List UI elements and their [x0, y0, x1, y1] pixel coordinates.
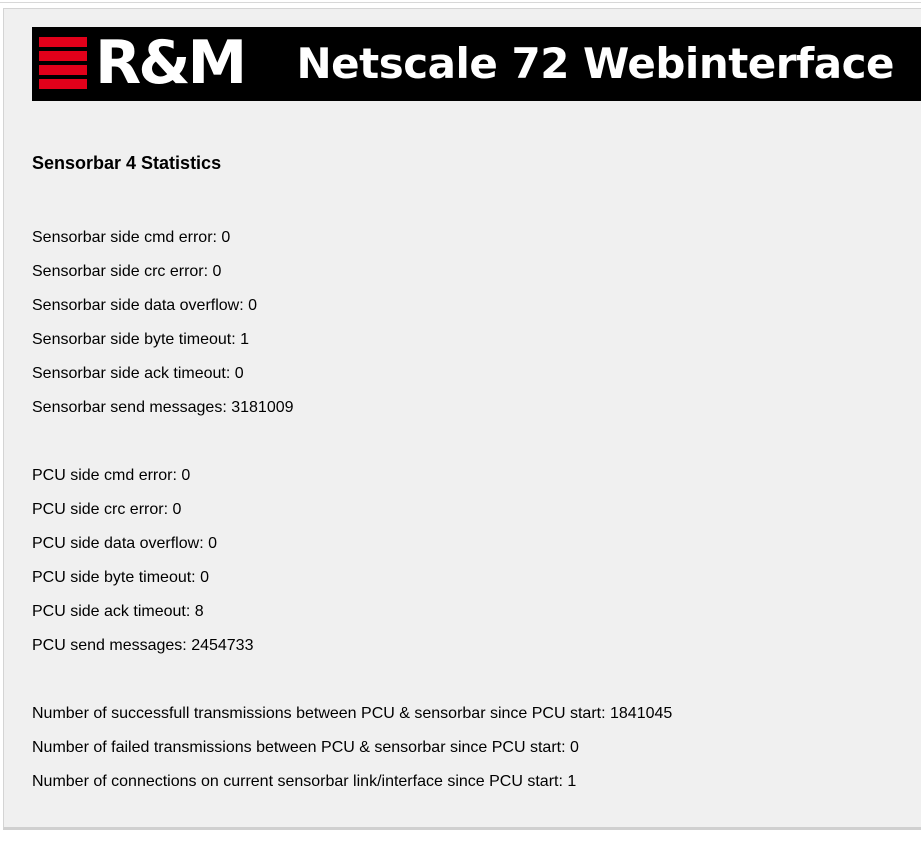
top-divider: [0, 2, 921, 3]
stat-value: 0: [200, 569, 209, 586]
stat-row-sensorbar-ack-timeout: Sensorbar side ack timeout: 0: [32, 365, 244, 383]
stat-value: 0: [570, 739, 579, 756]
stat-label: PCU side cmd error:: [32, 467, 177, 484]
stat-label: Sensorbar side byte timeout:: [32, 331, 236, 348]
stat-value: 0: [172, 501, 182, 518]
stat-row-successful-transmissions: Number of successfull transmissions betw…: [32, 705, 672, 723]
stat-value: 0: [248, 297, 258, 314]
stat-row-sensorbar-send-messages: Sensorbar send messages: 3181009: [32, 399, 294, 417]
rm-logo-text: R&M: [95, 28, 247, 98]
stat-value: 0: [221, 229, 231, 246]
stat-row-pcu-data-overflow: PCU side data overflow: 0: [32, 535, 217, 553]
stat-label: Sensorbar send messages:: [32, 399, 227, 416]
stat-label: PCU side byte timeout:: [32, 569, 196, 586]
stat-row-pcu-crc-error: PCU side crc error: 0: [32, 501, 181, 519]
stat-row-pcu-cmd-error: PCU side cmd error: 0: [32, 467, 190, 485]
stat-value: 0: [181, 467, 191, 484]
rm-logo-bars-icon: [39, 37, 87, 91]
stat-value: 0: [212, 263, 222, 280]
stat-row-pcu-byte-timeout: PCU side byte timeout: 0: [32, 569, 209, 587]
stat-label: PCU send messages:: [32, 637, 187, 654]
stat-label: Sensorbar side data overflow:: [32, 297, 244, 314]
stat-value: 0: [208, 535, 217, 552]
app-title: Netscale 72 Webinterface: [296, 39, 895, 88]
stat-label: Number of connections on current sensorb…: [32, 773, 563, 790]
stat-row-sensorbar-byte-timeout: Sensorbar side byte timeout: 1: [32, 331, 249, 349]
stat-value: 8: [194, 603, 204, 620]
stat-row-connections: Number of connections on current sensorb…: [32, 773, 576, 791]
stat-row-pcu-send-messages: PCU send messages: 2454733: [32, 637, 253, 655]
stat-row-pcu-ack-timeout: PCU side ack timeout: 8: [32, 603, 204, 621]
stat-label: Sensorbar side ack timeout:: [32, 365, 231, 382]
stat-label: PCU side crc error:: [32, 501, 169, 518]
page-title: Sensorbar 4 Statistics: [32, 153, 222, 173]
stat-value: 1841045: [610, 705, 673, 722]
stat-label: Sensorbar side crc error:: [32, 263, 209, 280]
stat-label: PCU side data overflow:: [32, 535, 204, 552]
stat-value: 2454733: [191, 637, 254, 654]
stat-label: PCU side ack timeout:: [32, 603, 191, 620]
stat-value: 1: [240, 331, 250, 348]
stat-value: 0: [234, 365, 244, 382]
stat-row-failed-transmissions: Number of failed transmissions between P…: [32, 739, 579, 757]
stat-label: Number of successfull transmissions betw…: [32, 705, 606, 722]
stat-row-sensorbar-cmd-error: Sensorbar side cmd error: 0: [32, 229, 230, 247]
stat-value: 3181009: [231, 399, 294, 416]
header-banner: R&M Netscale 72 Webinterface: [32, 27, 921, 101]
stat-row-sensorbar-data-overflow: Sensorbar side data overflow: 0: [32, 297, 257, 315]
stat-value: 1: [567, 773, 577, 790]
stat-label: Number of failed transmissions between P…: [32, 739, 566, 756]
stat-label: Sensorbar side cmd error:: [32, 229, 217, 246]
stat-row-sensorbar-crc-error: Sensorbar side crc error: 0: [32, 263, 221, 281]
page-container: R&M Netscale 72 Webinterface Sensorbar 4…: [3, 8, 921, 830]
